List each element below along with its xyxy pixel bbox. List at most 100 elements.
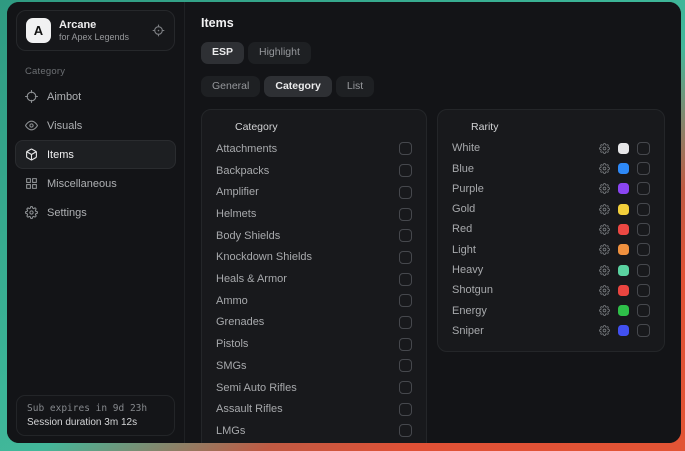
checkbox-backpacks[interactable] [399, 164, 412, 177]
rarity-row-controls [599, 142, 650, 155]
rarity-panel: Rarity WhiteBluePurpleGoldRedLightHeavyS… [437, 109, 665, 352]
checkbox-smgs[interactable] [399, 359, 412, 372]
target-icon[interactable] [152, 24, 165, 37]
checkbox-grenades[interactable] [399, 316, 412, 329]
checkbox-rarity-white[interactable] [637, 142, 650, 155]
gear-icon[interactable] [599, 325, 610, 336]
checkbox-rarity-purple[interactable] [637, 182, 650, 195]
category-row-lmgs: LMGs [216, 420, 412, 442]
rarity-row-controls [599, 304, 650, 317]
sub-expiry-text: Sub expires in 9d 23h [27, 403, 164, 414]
tab-highlight[interactable]: Highlight [248, 42, 311, 64]
checkbox-rarity-light[interactable] [637, 243, 650, 256]
checkbox-knockdown-shields[interactable] [399, 251, 412, 264]
category-row-label: Helmets [216, 208, 256, 220]
subtab-list[interactable]: List [336, 76, 374, 98]
subtab-general[interactable]: General [201, 76, 260, 98]
checkbox-amplifier[interactable] [399, 186, 412, 199]
gear-icon[interactable] [599, 224, 610, 235]
sidebar-item-aimbot[interactable]: Aimbot [15, 82, 176, 111]
view-tabs: GeneralCategoryList [201, 76, 665, 98]
rarity-row-energy: Energy [452, 300, 650, 320]
gear-icon[interactable] [599, 183, 610, 194]
gear-icon[interactable] [599, 285, 610, 296]
rarity-row-label: Sniper [452, 325, 484, 337]
checkbox-body-shields[interactable] [399, 229, 412, 242]
rarity-row-label: Energy [452, 305, 487, 317]
checkbox-ammo[interactable] [399, 294, 412, 307]
rarity-row-controls [599, 162, 650, 175]
category-row-body-shields: Body Shields [216, 225, 412, 247]
sidebar-item-visuals[interactable]: Visuals [15, 111, 176, 140]
panels: Category AttachmentsBackpacksAmplifierHe… [201, 109, 665, 443]
rarity-row-white: White [452, 138, 650, 158]
checkbox-attachments[interactable] [399, 142, 412, 155]
checkbox-heals-armor[interactable] [399, 273, 412, 286]
color-swatch-energy[interactable] [618, 305, 629, 316]
color-swatch-gold[interactable] [618, 204, 629, 215]
rarity-row-blue: Blue [452, 158, 650, 178]
app-name: Arcane [59, 19, 129, 31]
category-row-smgs: SMGs [216, 355, 412, 377]
star-icon [452, 121, 464, 133]
checkbox-rarity-shotgun[interactable] [637, 284, 650, 297]
color-swatch-white[interactable] [618, 143, 629, 154]
checkbox-rarity-gold[interactable] [637, 203, 650, 216]
color-swatch-heavy[interactable] [618, 265, 629, 276]
sidebar-item-miscellaneous[interactable]: Miscellaneous [15, 169, 176, 198]
category-row-label: Backpacks [216, 165, 269, 177]
gear-icon [25, 206, 38, 219]
color-swatch-light[interactable] [618, 244, 629, 255]
category-row-helmets: Helmets [216, 203, 412, 225]
category-row-attachments: Attachments [216, 138, 412, 160]
rarity-row-controls [599, 264, 650, 277]
checkbox-helmets[interactable] [399, 208, 412, 221]
color-swatch-sniper[interactable] [618, 325, 629, 336]
checkbox-rarity-blue[interactable] [637, 162, 650, 175]
category-row-backpacks: Backpacks [216, 160, 412, 182]
rarity-panel-header: Rarity [452, 121, 650, 133]
category-row-knockdown-shields: Knockdown Shields [216, 247, 412, 269]
rarity-row-red: Red [452, 219, 650, 239]
gear-icon[interactable] [599, 244, 610, 255]
subtab-category[interactable]: Category [264, 76, 332, 98]
gear-icon[interactable] [599, 204, 610, 215]
gear-icon[interactable] [599, 265, 610, 276]
rarity-row-label: Heavy [452, 264, 483, 276]
color-swatch-red[interactable] [618, 224, 629, 235]
checkbox-lmgs[interactable] [399, 424, 412, 437]
rarity-row-purple: Purple [452, 179, 650, 199]
gear-icon[interactable] [599, 163, 610, 174]
color-swatch-purple[interactable] [618, 183, 629, 194]
checkbox-rarity-energy[interactable] [637, 304, 650, 317]
box-icon [25, 148, 38, 161]
category-panel-header: Category [216, 121, 412, 133]
grid-icon [25, 177, 38, 190]
sidebar-item-label: Miscellaneous [47, 178, 117, 190]
session-duration-text: Session duration 3m 12s [27, 417, 164, 428]
checkbox-rarity-heavy[interactable] [637, 264, 650, 277]
checkbox-semi-auto-rifles[interactable] [399, 381, 412, 394]
category-row-ammo: Ammo [216, 290, 412, 312]
checkbox-pistols[interactable] [399, 338, 412, 351]
color-swatch-blue[interactable] [618, 163, 629, 174]
checkbox-rarity-red[interactable] [637, 223, 650, 236]
rarity-row-label: Purple [452, 183, 484, 195]
gear-icon[interactable] [599, 143, 610, 154]
rarity-row-controls [599, 284, 650, 297]
rarity-row-controls [599, 223, 650, 236]
category-row-label: Grenades [216, 316, 264, 328]
color-swatch-shotgun[interactable] [618, 285, 629, 296]
sidebar: A Arcane for Apex Legends Category Aimbo… [7, 2, 185, 443]
tab-esp[interactable]: ESP [201, 42, 244, 64]
rarity-row-label: Light [452, 244, 476, 256]
category-row-label: LMGs [216, 425, 245, 437]
sidebar-item-settings[interactable]: Settings [15, 198, 176, 227]
gear-icon[interactable] [599, 305, 610, 316]
sidebar-item-items[interactable]: Items [15, 140, 176, 169]
category-row-semi-auto-rifles: Semi Auto Rifles [216, 377, 412, 399]
crosshair-icon [25, 90, 38, 103]
category-row-label: Ammo [216, 295, 248, 307]
checkbox-assault-rifles[interactable] [399, 403, 412, 416]
checkbox-rarity-sniper[interactable] [637, 324, 650, 337]
